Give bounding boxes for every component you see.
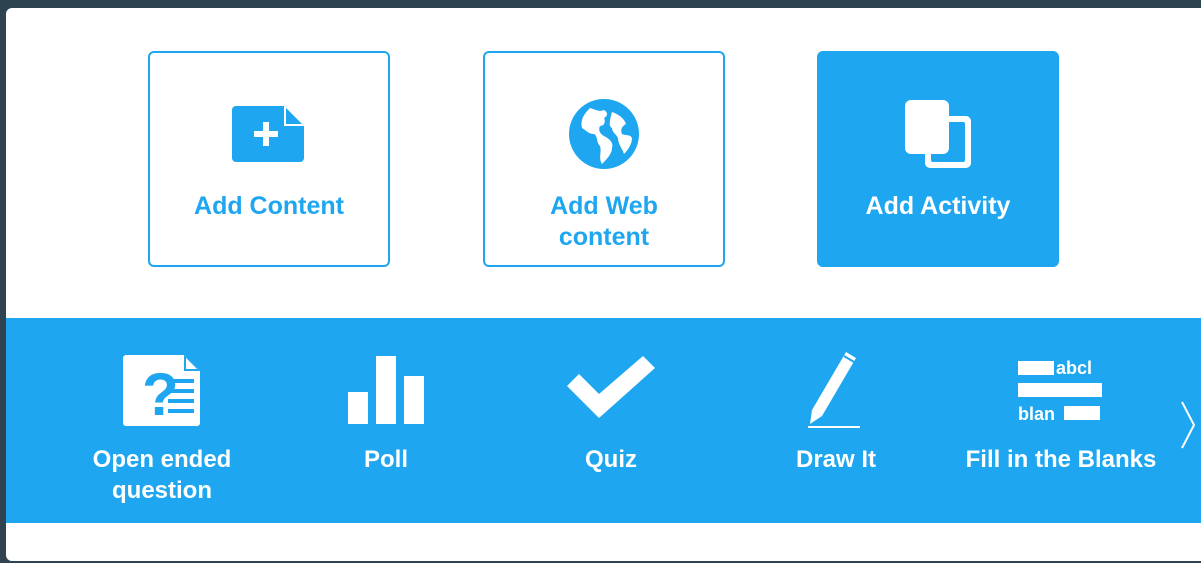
activity-types-bar: ? Open ended question Poll Quiz Draw It … — [6, 318, 1201, 523]
activity-label: Poll — [363, 446, 408, 473]
pencil-icon — [786, 350, 886, 430]
activity-label: Open ended question — [92, 446, 232, 504]
activity-fill-in-the-blanks[interactable]: abcl blan Fill in the Blanks — [961, 318, 1161, 523]
add-activity-label: Add Activity — [865, 192, 1011, 220]
activity-label: Fill in the Blanks — [965, 446, 1157, 473]
add-activity-card[interactable]: Add Activity — [817, 51, 1059, 267]
bar-chart-icon — [336, 350, 436, 430]
file-plus-icon — [231, 96, 307, 172]
copy-pages-icon — [900, 96, 976, 172]
svg-text:?: ? — [142, 361, 179, 427]
activity-label: Quiz — [585, 446, 637, 473]
fill-blanks-icon-word-bottom: blan — [1018, 404, 1055, 424]
add-options: Add Content Add Web content Add Activity — [6, 8, 1201, 318]
question-document-icon: ? — [112, 350, 212, 430]
activity-open-ended-question[interactable]: ? Open ended question — [58, 318, 266, 523]
checkmark-icon — [561, 350, 661, 430]
chevron-right-icon[interactable] — [1175, 400, 1201, 450]
activity-label: Draw It — [795, 446, 876, 473]
activity-quiz[interactable]: Quiz — [521, 318, 701, 523]
add-web-content-label: Add Web content — [550, 192, 658, 251]
activity-poll[interactable]: Poll — [296, 318, 476, 523]
add-item-modal: Add Content Add Web content Add Activity… — [6, 8, 1201, 561]
add-content-label: Add Content — [194, 192, 344, 220]
add-content-card[interactable]: Add Content — [148, 51, 390, 267]
fill-blanks-icon-word-top: abcl — [1056, 358, 1092, 378]
add-web-content-card[interactable]: Add Web content — [483, 51, 725, 267]
globe-icon — [566, 96, 642, 172]
fill-blanks-icon: abcl blan — [1011, 350, 1111, 430]
activity-draw-it[interactable]: Draw It — [746, 318, 926, 523]
